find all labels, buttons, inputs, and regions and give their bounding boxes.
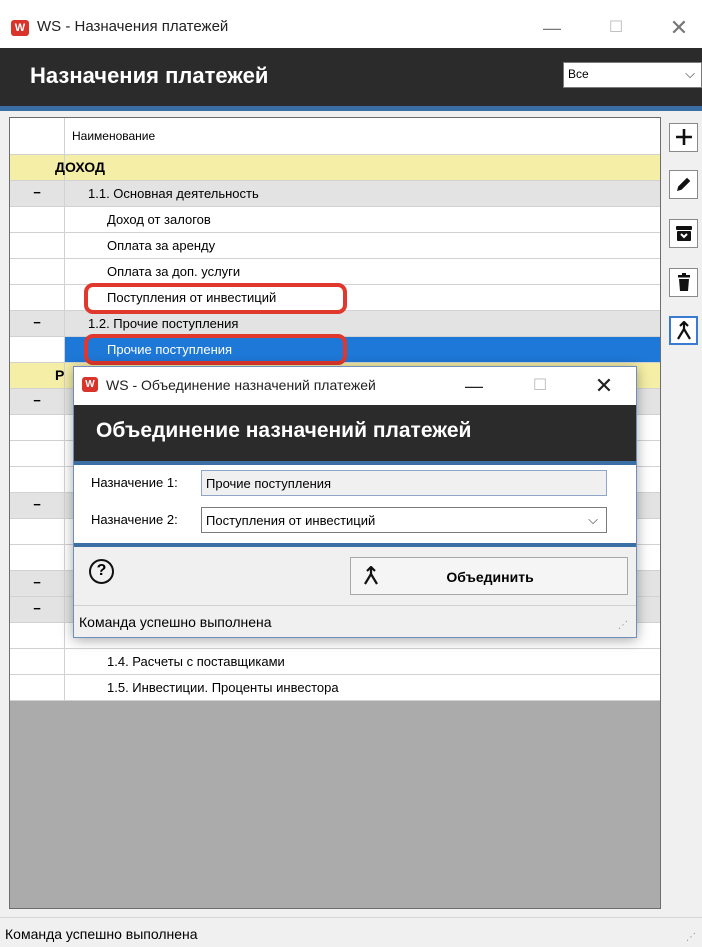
dialog-close-button[interactable]: ✕ xyxy=(590,372,618,400)
assignment1-field[interactable]: Прочие поступления xyxy=(201,470,607,496)
dialog-status-bar: Команда успешно выполнена ⋰ xyxy=(74,605,636,637)
row-marker-cell xyxy=(10,285,65,310)
filter-select-value: Все xyxy=(568,67,589,81)
pencil-icon xyxy=(676,177,690,191)
accent-divider xyxy=(0,106,702,111)
merge-button[interactable]: Объединить xyxy=(350,557,628,595)
row-marker-cell xyxy=(10,415,65,440)
row-label: 1.5. Инвестиции. Проценты инвестора xyxy=(107,680,339,695)
row-marker-cell xyxy=(10,207,65,232)
table-row[interactable]: 1.5. Инвестиции. Проценты инвестора xyxy=(10,675,660,701)
merge-button-label: Объединить xyxy=(446,569,534,585)
dialog-minimize-button[interactable]: — xyxy=(460,372,488,400)
filter-select[interactable]: Все ⌵ xyxy=(563,62,702,88)
row-marker-cell xyxy=(10,441,65,466)
row-label: Оплата за доп. услуги xyxy=(107,264,241,279)
subgroup-row[interactable]: − 1.1. Основная деятельность xyxy=(10,181,660,207)
resize-grip-icon[interactable]: ⋰ xyxy=(686,932,696,943)
grid-header-row: Наименование xyxy=(10,118,660,155)
row-marker-cell xyxy=(10,259,65,284)
highlight-outline-investments xyxy=(84,283,347,314)
dialog-title: Объединение назначений платежей xyxy=(96,419,472,442)
table-row[interactable]: Оплата за доп. услуги xyxy=(10,259,660,285)
row-marker-cell xyxy=(10,519,65,544)
row-label: ДОХОД xyxy=(55,159,105,175)
highlight-outline-other-income xyxy=(84,334,347,365)
field1-label: Назначение 1: xyxy=(91,475,178,490)
archive-button[interactable] xyxy=(669,219,698,248)
status-text: Команда успешно выполнена xyxy=(5,926,198,942)
collapse-toggle[interactable]: − xyxy=(10,493,65,518)
merge-icon xyxy=(676,320,691,340)
window-titlebar: W WS - Назначения платежей — ☐ ✕ xyxy=(0,0,702,48)
main-status-bar: Команда успешно выполнена ⋰ xyxy=(0,917,702,947)
chevron-down-icon: ⌵ xyxy=(685,66,695,81)
dialog-action-area: ? Объединить xyxy=(74,547,636,605)
row-marker-cell xyxy=(10,233,65,258)
assignment1-value: Прочие поступления xyxy=(206,476,332,491)
dialog-window-title: WS - Объединение назначений платежей xyxy=(106,377,376,393)
add-button[interactable] xyxy=(669,123,698,152)
collapse-toggle[interactable]: − xyxy=(10,311,65,336)
row-label: 1.1. Основная деятельность xyxy=(88,186,259,201)
row-marker-cell xyxy=(10,545,65,570)
row-label: Доход от залогов xyxy=(107,212,211,227)
help-icon[interactable]: ? xyxy=(89,559,114,584)
edit-button[interactable] xyxy=(669,170,698,199)
maximize-button[interactable]: ☐ xyxy=(602,14,630,42)
trash-icon xyxy=(677,273,690,291)
app-logo-icon: W xyxy=(11,20,29,36)
merge-toolbar-button[interactable] xyxy=(669,316,698,345)
row-marker-cell xyxy=(10,467,65,492)
merge-dialog: W WS - Объединение назначений платежей —… xyxy=(73,366,637,638)
collapse-toggle[interactable]: − xyxy=(10,181,65,206)
dialog-maximize-button[interactable]: ☐ xyxy=(526,372,554,400)
row-label: Р xyxy=(55,367,65,383)
collapse-toggle[interactable]: − xyxy=(10,389,65,414)
close-button[interactable]: ✕ xyxy=(665,14,693,42)
plus-icon xyxy=(675,129,692,145)
column-header-name[interactable]: Наименование xyxy=(72,124,155,149)
table-row[interactable]: Оплата за аренду xyxy=(10,233,660,259)
archive-icon xyxy=(675,226,692,241)
delete-button[interactable] xyxy=(669,268,698,297)
collapse-toggle[interactable]: − xyxy=(10,597,65,622)
row-marker-cell xyxy=(10,623,65,648)
row-label: 1.2. Прочие поступления xyxy=(88,316,239,331)
row-marker-cell xyxy=(10,337,65,362)
row-label: 1.4. Расчеты с поставщиками xyxy=(107,654,285,669)
chevron-down-icon: ⌵ xyxy=(588,512,598,527)
window-title: WS - Назначения платежей xyxy=(37,18,229,35)
dialog-app-logo-icon: W xyxy=(82,377,98,392)
page-title: Назначения платежей xyxy=(30,63,269,88)
grid-header-marker-cell xyxy=(10,118,65,155)
assignment2-value: Поступления от инвестиций xyxy=(206,513,376,528)
collapse-toggle[interactable]: − xyxy=(10,571,65,596)
row-marker-cell xyxy=(10,649,65,674)
assignment2-select[interactable]: Поступления от инвестиций ⌵ xyxy=(201,507,607,533)
dialog-resize-grip-icon[interactable]: ⋰ xyxy=(618,620,628,631)
table-row[interactable]: Доход от залогов xyxy=(10,207,660,233)
dialog-status-text: Команда успешно выполнена xyxy=(79,614,272,630)
row-label: Оплата за аренду xyxy=(107,238,216,253)
minimize-button[interactable]: — xyxy=(538,14,566,42)
dialog-titlebar: W WS - Объединение назначений платежей —… xyxy=(74,367,636,405)
row-marker-cell xyxy=(10,675,65,700)
dialog-header: Объединение назначений платежей xyxy=(74,405,636,461)
dialog-form: Назначение 1: Прочие поступления Назначе… xyxy=(74,465,636,543)
field2-label: Назначение 2: xyxy=(91,512,178,527)
table-row[interactable]: 1.4. Расчеты с поставщиками xyxy=(10,649,660,675)
group-row[interactable]: ДОХОД xyxy=(10,155,660,181)
